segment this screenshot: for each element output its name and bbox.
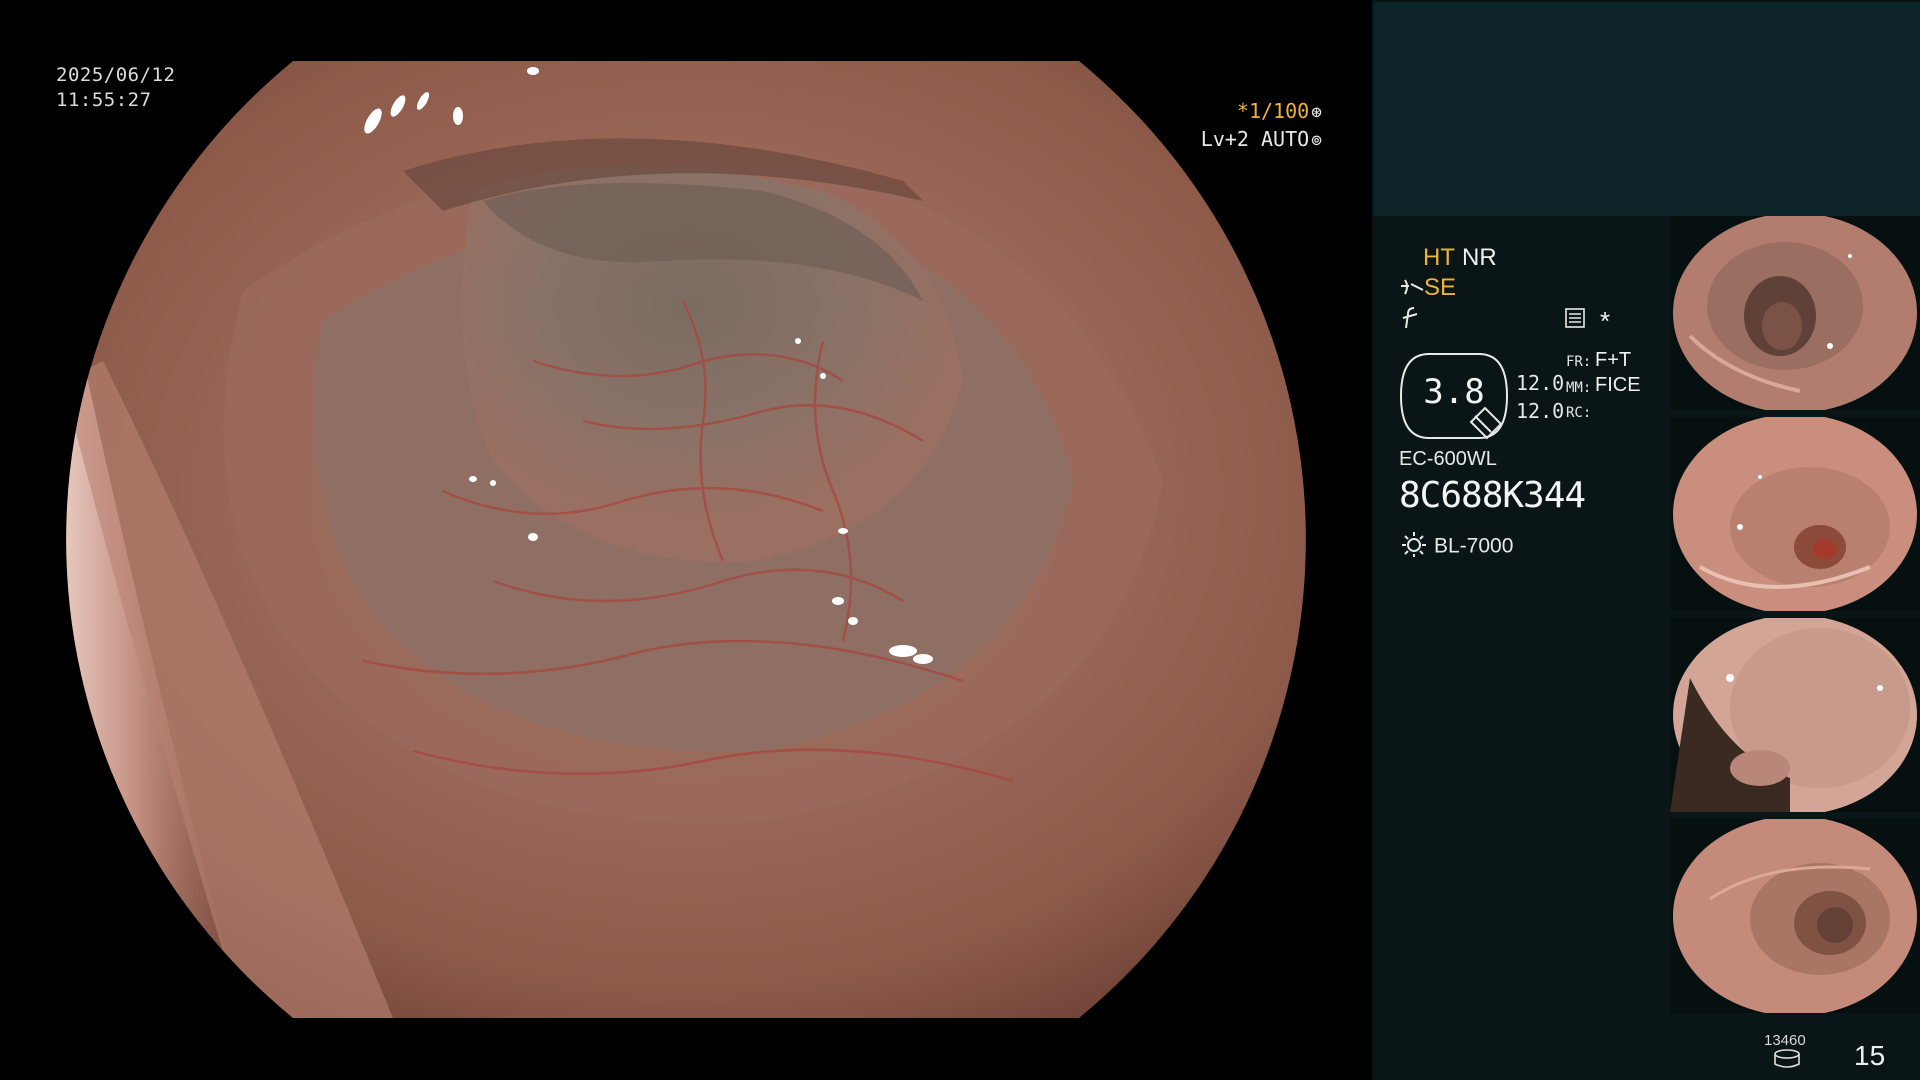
time-readout: 11:55:27 (56, 89, 152, 111)
thumbnail-4[interactable] (1670, 819, 1920, 1013)
se-indicator: SE (1424, 274, 1457, 301)
endoscope-live-image (66, 61, 1306, 1018)
shutter-value: *1/100 (1236, 99, 1310, 123)
thumbnail-2[interactable] (1670, 417, 1920, 611)
date-readout: 2025/06/12 (56, 64, 176, 86)
zoom-num-1: 12.0 (1516, 371, 1565, 395)
light-source-label: BL-7000 (1434, 534, 1514, 558)
aperture-icon: ⊛ (1311, 102, 1322, 123)
mm-value: FICE (1595, 374, 1641, 396)
shutter-readout: *1/100 ⊛ (1237, 99, 1322, 123)
storage-counter-label: 13460 (1764, 1032, 1806, 1049)
asterisk-indicator: * (1600, 306, 1611, 336)
zoom-num-2: 12.0 (1516, 399, 1565, 423)
thumbnail-1[interactable] (1670, 216, 1920, 410)
zoom-value: 3.8 (1423, 372, 1485, 412)
nr-indicator: NR (1462, 244, 1497, 271)
image-count: 15 (1854, 1040, 1886, 1071)
fr-value: F+T (1595, 349, 1632, 371)
scope-serial: 8C688K344 (1399, 475, 1586, 516)
side-panel-header-area (1374, 2, 1920, 216)
storage-icon (1774, 1049, 1800, 1068)
settings-list-icon (1565, 308, 1585, 328)
fr-key: FR: (1566, 354, 1592, 370)
iris-icon: ⊚ (1311, 130, 1322, 151)
light-level-readout: Lv+2 AUTO ⊚ (1201, 127, 1322, 151)
main-endoscope-view: 2025/06/12 11:55:27 *1/100 ⊛ Lv+2 AUTO ⊚ (0, 0, 1372, 1080)
light-source-icon (1400, 530, 1428, 564)
thumbnail-3[interactable] (1670, 618, 1920, 812)
light-source-row: BL-7000 (1400, 530, 1513, 564)
rc-key: RC: (1566, 405, 1592, 421)
enhance-icon (1401, 279, 1424, 295)
filter-icon (1402, 307, 1418, 329)
mm-key: MM: (1566, 380, 1592, 396)
ht-indicator: HT (1423, 244, 1455, 271)
light-level-value: Lv+2 AUTO (1200, 127, 1310, 151)
scope-model: EC-600WL (1399, 448, 1497, 470)
